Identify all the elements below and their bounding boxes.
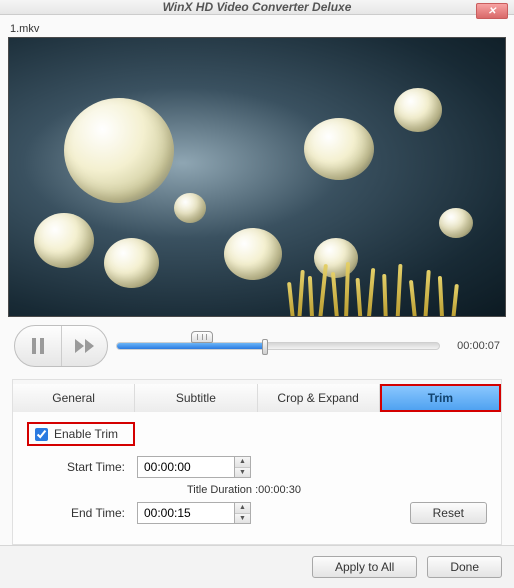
seek-slider[interactable] — [116, 325, 440, 367]
fast-forward-button[interactable] — [61, 326, 107, 366]
start-time-spinner[interactable]: ▲ ▼ — [137, 456, 251, 478]
fast-forward-icon — [75, 339, 95, 353]
preview-art — [304, 118, 374, 180]
playback-controls — [14, 325, 108, 367]
pause-icon — [31, 338, 45, 354]
preview-art — [289, 260, 469, 317]
file-name-label: 1.mkv — [10, 23, 506, 35]
pause-button[interactable] — [15, 326, 61, 366]
titlebar: WinX HD Video Converter Deluxe ✕ — [0, 0, 514, 15]
footer: Apply to All Done — [0, 545, 514, 588]
start-time-down[interactable]: ▼ — [235, 467, 250, 478]
window-title: WinX HD Video Converter Deluxe — [163, 0, 352, 14]
end-time-spinner[interactable]: ▲ ▼ — [137, 502, 251, 524]
preview-art — [224, 228, 282, 280]
title-duration-label: Title Duration :00:00:30 — [187, 484, 487, 496]
end-time-input[interactable] — [138, 503, 234, 523]
start-time-label: Start Time: — [55, 460, 125, 474]
preview-art — [34, 213, 94, 268]
preview-art — [394, 88, 442, 132]
preview-art — [64, 98, 174, 203]
done-button[interactable]: Done — [427, 556, 502, 578]
trim-panel: Enable Trim Start Time: ▲ ▼ Title Durati… — [12, 412, 502, 545]
tab-bar: General Subtitle Crop & Expand Trim — [13, 384, 501, 412]
preview-art — [174, 193, 206, 223]
tab-subtitle[interactable]: Subtitle — [135, 384, 257, 412]
end-time-label: End Time: — [55, 506, 125, 520]
apply-to-all-button[interactable]: Apply to All — [312, 556, 417, 578]
reset-button[interactable]: Reset — [410, 502, 487, 524]
current-time: 00:00:07 — [448, 340, 500, 352]
tab-trim[interactable]: Trim — [380, 384, 501, 412]
slider-progress — [117, 343, 265, 349]
enable-trim-label: Enable Trim — [54, 427, 118, 441]
tab-general[interactable]: General — [13, 384, 135, 412]
end-time-up[interactable]: ▲ — [235, 503, 250, 513]
video-preview[interactable] — [8, 37, 506, 317]
close-button[interactable]: ✕ — [476, 3, 508, 19]
preview-art — [439, 208, 473, 238]
slider-knob[interactable] — [262, 339, 268, 355]
enable-trim-row[interactable]: Enable Trim — [27, 422, 135, 446]
start-time-input[interactable] — [138, 457, 234, 477]
slider-track — [116, 342, 440, 350]
end-time-down[interactable]: ▼ — [235, 513, 250, 524]
trim-marker[interactable] — [191, 331, 213, 343]
close-icon: ✕ — [488, 6, 496, 17]
start-time-up[interactable]: ▲ — [235, 457, 250, 467]
preview-art — [104, 238, 159, 288]
enable-trim-checkbox[interactable] — [35, 428, 48, 441]
tab-crop-expand[interactable]: Crop & Expand — [258, 384, 380, 412]
